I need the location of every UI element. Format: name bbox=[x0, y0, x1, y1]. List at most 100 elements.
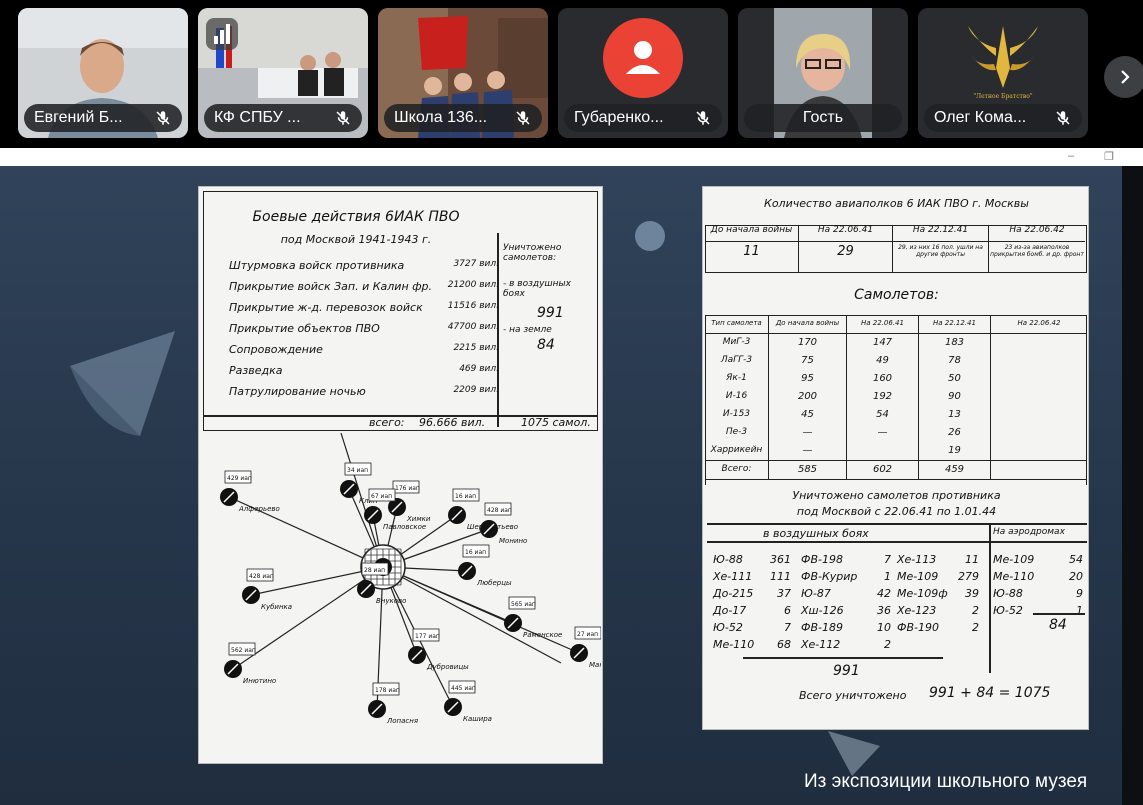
planes-table: Тип самолета До начала войны На 22.06.41 На… bbox=[705, 315, 1087, 480]
regiment-header: До начала войны bbox=[705, 225, 798, 242]
aircraft-count: 1 bbox=[884, 570, 891, 583]
airfield-tag: 565 иап bbox=[511, 601, 536, 608]
destroyed-row: До-17 6 bbox=[713, 604, 791, 621]
airfield-city: Дубровицы bbox=[426, 663, 469, 671]
airfield-city: Люберцы bbox=[476, 579, 512, 587]
planes-cell bbox=[991, 388, 1087, 406]
doc2-title: Количество авиаполков 6 ИАК ПВО г. Москв… bbox=[764, 197, 1029, 210]
planes-header-row: Тип самолета До начала войны На 22.06.41 На… bbox=[705, 315, 1087, 334]
airfield-city: Павловское bbox=[383, 523, 426, 531]
regiment-table: До начала войны 11 На 22.06.41 29 На 22.12.4… bbox=[705, 225, 1087, 273]
airfield-city: Монино bbox=[499, 537, 527, 545]
aircraft-type: Ю-52 bbox=[993, 604, 1023, 617]
document-combat-actions: Боевые действия 6ИАК ПВО под Москвой 194… bbox=[198, 186, 603, 764]
participant-name: Губаренко... bbox=[574, 109, 664, 126]
airfield-city: Алферьево bbox=[238, 505, 280, 513]
destroyed-row: Ме-109 279 bbox=[897, 570, 979, 587]
planes-header-cell: До начала войны bbox=[769, 315, 847, 333]
planes-row: Харрикейн — 19 bbox=[705, 442, 1087, 460]
airfield-tag: 27 иап bbox=[577, 631, 598, 638]
restore-icon[interactable]: ❐ bbox=[1104, 150, 1114, 163]
next-participants-button[interactable] bbox=[1104, 56, 1143, 98]
doc2-grand-value: 991 + 84 = 1075 bbox=[929, 685, 1051, 701]
airfield-tag: 67 иап bbox=[371, 493, 392, 500]
participant-tile[interactable]: Гость bbox=[738, 8, 908, 138]
combat-row-value: 47700 вил. bbox=[447, 322, 499, 332]
participant-name-pill: КФ СПБУ ... bbox=[204, 104, 362, 132]
aircraft-count: 2 bbox=[972, 604, 979, 617]
planes-cell: И-153 bbox=[705, 406, 769, 424]
airfield-tag: 445 иап bbox=[451, 685, 476, 692]
planes-cell bbox=[991, 424, 1087, 442]
destroyed-row: Ю-88 361 bbox=[713, 553, 791, 570]
mic-off-icon bbox=[1056, 111, 1070, 125]
destroyed-row: Хе-113 11 bbox=[897, 553, 979, 570]
participant-tile[interactable]: Школа 136... bbox=[378, 8, 548, 138]
destroyed-row: Ю-88 9 bbox=[993, 587, 1083, 604]
participant-name: Школа 136... bbox=[394, 109, 488, 126]
planes-cell: 54 bbox=[847, 406, 919, 424]
airfield-map: 34 иапКлин429 иапАлферьево176 иапХимки67… bbox=[220, 433, 601, 725]
planes-cell: — bbox=[769, 442, 847, 460]
planes-cell: Пе-3 bbox=[705, 424, 769, 442]
combat-row-value: 469 вил. bbox=[459, 364, 499, 374]
regiment-header: На 22.12.41 bbox=[893, 225, 988, 242]
planes-cell: — bbox=[769, 424, 847, 442]
doc1-destroyed-total: 1075 самол. bbox=[521, 416, 591, 429]
mic-off-icon bbox=[336, 111, 350, 125]
mic-off-icon bbox=[156, 111, 170, 125]
planes-row: МиГ-3 170 147 183 bbox=[705, 334, 1087, 352]
aircraft-type: Хш-126 bbox=[801, 604, 844, 617]
aircraft-count: 37 bbox=[777, 587, 791, 600]
aircraft-count: 10 bbox=[877, 621, 891, 634]
combat-row: Сопровождение 2215 вил. bbox=[229, 343, 499, 364]
destroyed-row: ФВ-198 7 bbox=[801, 553, 891, 570]
planes-cell: Як-1 bbox=[705, 370, 769, 388]
aircraft-count: 7 bbox=[784, 621, 791, 634]
document-regiments: Количество авиаполков 6 ИАК ПВО г. Москв… bbox=[702, 186, 1089, 730]
combat-row-value: 21200 вил. bbox=[447, 280, 499, 290]
regiment-value: 29 bbox=[837, 244, 854, 259]
doc2-ground-header: На аэродромах bbox=[993, 527, 1065, 537]
aircraft-type: Хе-113 bbox=[897, 553, 937, 566]
participant-strip: Евгений Б... КФ СПБУ ... Школа 136... Гу… bbox=[0, 0, 1143, 148]
chevron-right-icon bbox=[1121, 70, 1130, 84]
participant-tile[interactable]: КФ СПБУ ... bbox=[198, 8, 368, 138]
planes-cell: 95 bbox=[769, 370, 847, 388]
planes-cell: 45 bbox=[769, 406, 847, 424]
combat-rows: Штурмовка войск противника 3727 вил. Прикр… bbox=[229, 259, 499, 406]
regiment-header: На 22.06.41 bbox=[799, 225, 892, 242]
aircraft-type: ФВ-189 bbox=[801, 621, 843, 634]
airfield-tag: 562 иап bbox=[231, 647, 256, 654]
planes-header-cell: Тип самолета bbox=[705, 315, 769, 333]
planes-header-cell: На 22.06.41 bbox=[847, 315, 919, 333]
planes-cell: 160 bbox=[847, 370, 919, 388]
participant-tile[interactable]: Губаренко... bbox=[558, 8, 728, 138]
airfield-tag: 428 иап bbox=[249, 573, 274, 580]
participant-tile[interactable]: Евгений Б... bbox=[18, 8, 188, 138]
combat-row-label: Прикрытие объектов ПВО bbox=[229, 322, 380, 335]
aircraft-type: Ме-109 bbox=[897, 570, 939, 583]
combat-row-value: 3727 вил. bbox=[453, 259, 499, 269]
combat-row-label: Прикрытие войск Зап. и Калин фр. bbox=[229, 280, 433, 293]
doc2-ground-total: 84 bbox=[1049, 617, 1067, 633]
planes-cell: 26 bbox=[919, 424, 991, 442]
aircraft-type: Хе-112 bbox=[801, 638, 841, 651]
aircraft-count: 6 bbox=[784, 604, 791, 617]
doc1-air-value: 991 bbox=[537, 305, 564, 321]
participant-name-pill: Губаренко... bbox=[564, 104, 722, 132]
doc2-air-total: 991 bbox=[833, 663, 860, 679]
airfield-tag: 176 иап bbox=[395, 485, 420, 492]
doc2-planes-title: Самолетов: bbox=[854, 287, 939, 303]
regiment-value: 11 bbox=[743, 244, 760, 259]
participant-name: Евгений Б... bbox=[34, 109, 123, 126]
combat-row-label: Патрулирование ночью bbox=[229, 385, 366, 398]
ground-column: Ме-109 54 Ме-110 20 Ю-88 9 Ю-52 1 bbox=[993, 553, 1083, 621]
aircraft-type: ФВ-190 bbox=[897, 621, 939, 634]
participant-tile[interactable]: "Летное Братство" Олег Кома... bbox=[918, 8, 1088, 138]
planes-cell: 13 bbox=[919, 406, 991, 424]
combat-row-label: Разведка bbox=[229, 364, 283, 377]
minimize-icon[interactable]: – bbox=[1068, 150, 1074, 162]
planes-cell: И-16 bbox=[705, 388, 769, 406]
doc1-ground-label: - на земле bbox=[503, 325, 552, 335]
